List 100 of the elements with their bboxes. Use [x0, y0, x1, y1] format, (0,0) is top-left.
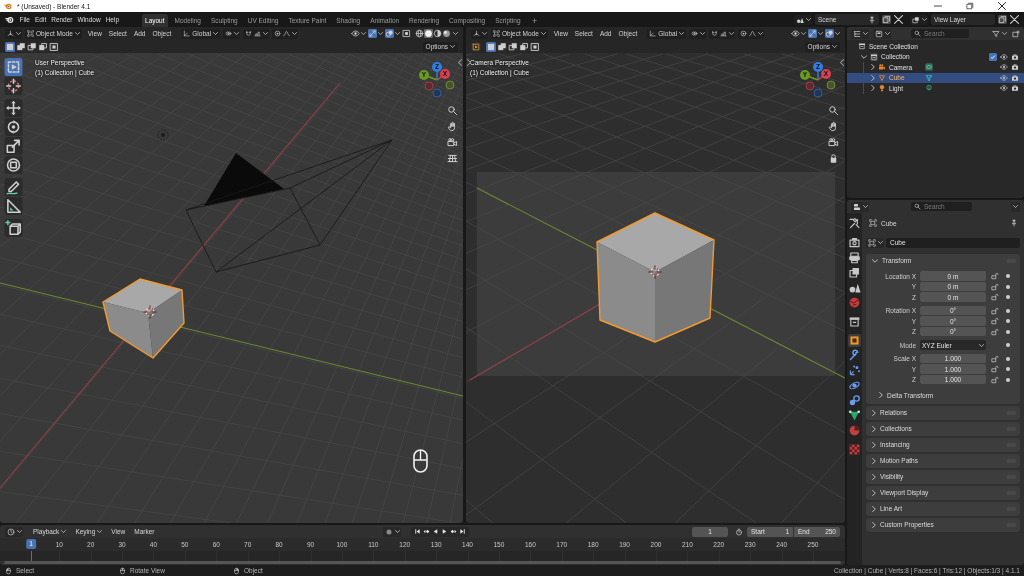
stacked-squares-icon[interactable] [497, 41, 507, 52]
cube-object[interactable] [102, 278, 185, 359]
overlapping-circles-icon[interactable] [825, 29, 834, 38]
keyframe-dot-icon[interactable] [1006, 274, 1010, 278]
pivot-dropdown[interactable] [223, 28, 241, 39]
filled-square-icon[interactable] [486, 41, 496, 52]
play-reverse-icon[interactable] [432, 528, 440, 535]
unlocked-icon[interactable] [991, 327, 999, 336]
zoom-icon[interactable] [447, 105, 458, 116]
pin-icon[interactable] [1010, 219, 1018, 227]
keyframe-dot-icon[interactable] [1006, 319, 1010, 323]
transform-icon[interactable] [4, 156, 23, 174]
chevron-icon[interactable] [861, 54, 867, 59]
keyframe-dot-icon[interactable] [1006, 377, 1010, 382]
ruler-icon[interactable] [4, 197, 23, 215]
proportional-editing-dropdown[interactable] [272, 28, 299, 39]
crosshair-icon[interactable] [4, 77, 23, 95]
unlocked-icon[interactable] [991, 354, 999, 363]
add-cube-icon[interactable] [4, 219, 23, 237]
camera-icon[interactable] [447, 137, 458, 148]
move-arrows-icon[interactable] [4, 99, 23, 117]
caret-icon[interactable] [378, 32, 383, 35]
keyframe-dot-icon[interactable] [1006, 367, 1010, 371]
camera-icon[interactable] [1011, 73, 1019, 82]
camera-icon[interactable] [1011, 63, 1019, 72]
collection-icon[interactable] [848, 315, 861, 328]
keyframe-dot-icon[interactable] [1006, 356, 1010, 361]
overlapping-circles-icon[interactable] [385, 29, 394, 38]
selection-box-icon[interactable] [4, 58, 23, 76]
skip-start-icon[interactable] [414, 528, 422, 535]
chevron-icon[interactable] [871, 74, 875, 81]
wireframe-sphere-icon[interactable] [415, 29, 424, 38]
snap-dropdown[interactable] [709, 28, 736, 39]
options-dropdown[interactable] [1011, 201, 1020, 212]
light-data-icon[interactable] [925, 84, 933, 93]
arrows-icon[interactable] [808, 29, 817, 38]
stacked-squares-icon[interactable] [16, 41, 26, 52]
invert-squares-icon[interactable] [519, 41, 529, 52]
add-box-icon[interactable] [1012, 29, 1020, 38]
intersect-squares-icon[interactable] [530, 41, 540, 52]
pivot-dropdown[interactable] [689, 28, 707, 39]
grid-icon[interactable] [447, 153, 458, 164]
copy-icon[interactable] [998, 15, 1007, 24]
unlocked-icon[interactable] [991, 375, 999, 384]
cube-object[interactable] [596, 212, 715, 343]
shaded-sphere-icon[interactable] [433, 29, 442, 38]
squares-icon[interactable] [402, 29, 411, 38]
snap-dropdown[interactable] [243, 28, 270, 39]
solid-sphere-icon[interactable] [424, 29, 433, 38]
keyframe-dot-icon[interactable] [1006, 295, 1010, 299]
camera-icon[interactable] [1011, 52, 1019, 61]
auto-keying-button[interactable] [383, 526, 402, 537]
keyframe-dot-icon[interactable] [1006, 343, 1010, 347]
mesh-data-icon[interactable] [925, 73, 933, 82]
intersect-squares-icon[interactable] [49, 41, 59, 52]
next-keyframe-icon[interactable] [450, 528, 458, 535]
unlocked-icon[interactable] [991, 272, 999, 280]
editor-type-button[interactable] [851, 201, 869, 212]
keyframe-dot-icon[interactable] [1006, 308, 1010, 313]
filled-square-icon[interactable] [5, 41, 15, 52]
glossy-sphere-icon[interactable] [442, 29, 451, 38]
lock-icon[interactable] [828, 153, 839, 164]
eye-icon[interactable] [791, 29, 800, 38]
arrows-icon[interactable] [368, 29, 377, 38]
camera-icon[interactable] [1011, 84, 1019, 93]
editor-type-button[interactable] [5, 526, 23, 537]
pin-icon[interactable] [868, 15, 876, 24]
chevron-icon[interactable] [871, 85, 875, 92]
scene-browse-button[interactable] [794, 14, 812, 25]
chevron-icon[interactable] [840, 59, 844, 66]
eye-icon[interactable] [1000, 52, 1008, 61]
filter-button[interactable] [990, 28, 1008, 39]
eye-icon[interactable] [1000, 63, 1008, 72]
caret-icon[interactable] [818, 32, 823, 35]
object-browse-button[interactable] [866, 237, 884, 248]
unlocked-icon[interactable] [991, 306, 999, 315]
editor-type-button[interactable] [5, 28, 22, 39]
copy-icon[interactable] [882, 15, 891, 24]
screwdriver-icon[interactable] [848, 217, 861, 230]
previous-keyframe-icon[interactable] [423, 528, 431, 535]
maximize-icon[interactable] [966, 2, 974, 10]
hand-icon[interactable] [447, 121, 458, 132]
caret-icon[interactable] [835, 32, 840, 35]
eye-icon[interactable] [1000, 73, 1008, 82]
unlocked-icon[interactable] [991, 317, 999, 325]
unlocked-icon[interactable] [991, 293, 999, 301]
display-mode-button[interactable] [873, 28, 891, 39]
stacked-images-icon[interactable] [848, 266, 861, 279]
keyframe-dot-icon[interactable] [1006, 284, 1010, 289]
pencil-icon[interactable] [4, 178, 23, 196]
caret-icon[interactable] [453, 32, 458, 35]
zoom-icon[interactable] [828, 105, 839, 116]
caret-icon[interactable] [801, 32, 806, 35]
editor-type-button[interactable] [851, 28, 869, 39]
invert-squares-icon[interactable] [38, 41, 48, 52]
hand-icon[interactable] [828, 121, 839, 132]
checker-icon[interactable] [848, 443, 861, 456]
unlocked-icon[interactable] [991, 365, 999, 373]
chevron-icon[interactable] [871, 64, 875, 71]
camera-data-icon[interactable] [925, 63, 933, 72]
